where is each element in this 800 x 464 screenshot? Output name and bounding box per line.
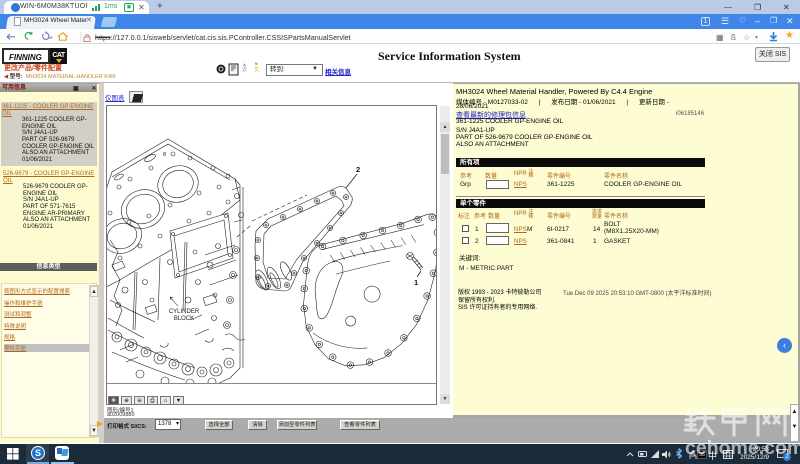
svg-text:BLOCK: BLOCK [174, 316, 194, 322]
svg-text:2: 2 [356, 165, 360, 174]
svg-text:8: 8 [163, 152, 166, 158]
svg-text:CYLINDER: CYLINDER [169, 309, 200, 315]
svg-text:1: 1 [414, 278, 418, 287]
